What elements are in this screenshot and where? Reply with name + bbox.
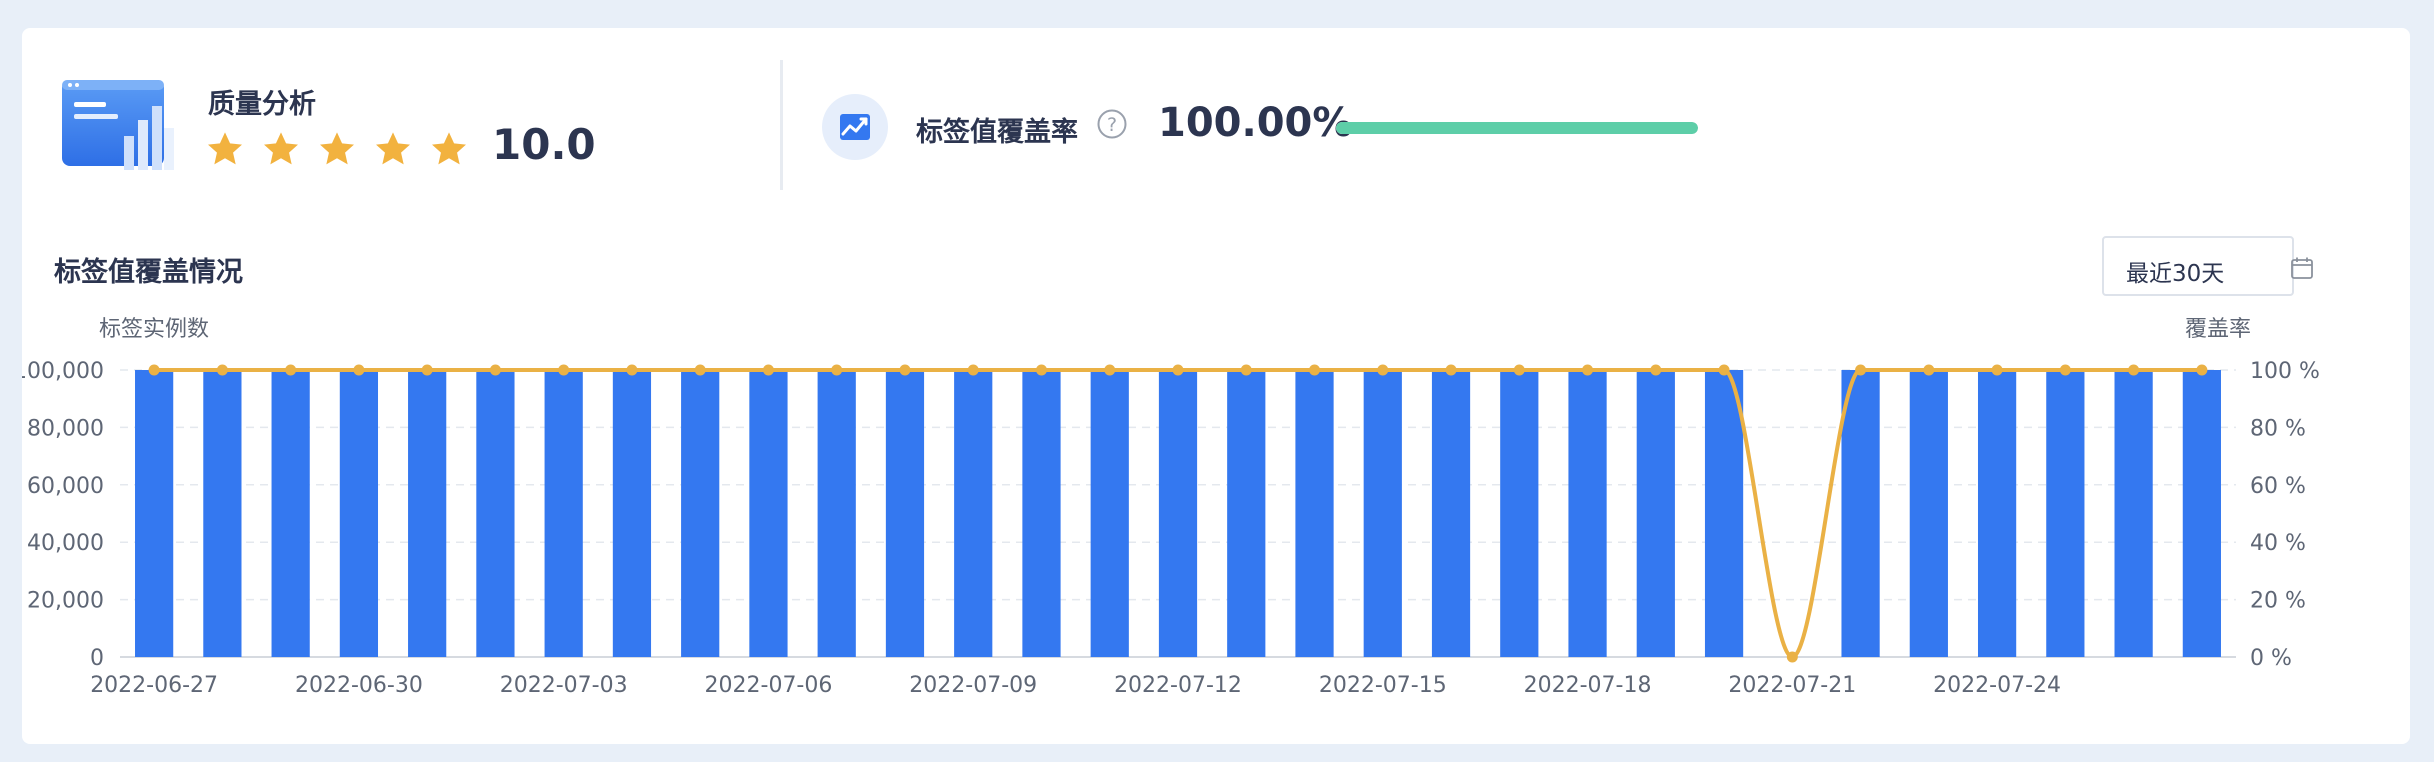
- line-point[interactable]: [216, 364, 228, 376]
- y-right-tick-label: 40 %: [2250, 531, 2306, 556]
- bar[interactable]: [2114, 370, 2153, 657]
- line-point[interactable]: [421, 364, 433, 376]
- bar[interactable]: [1704, 370, 1744, 657]
- line-point[interactable]: [2059, 364, 2071, 376]
- bar[interactable]: [612, 370, 652, 657]
- line-point[interactable]: [1240, 364, 1252, 376]
- bar[interactable]: [681, 370, 720, 657]
- bar[interactable]: [271, 370, 310, 657]
- y-left-tick-label: 60,000: [27, 474, 104, 499]
- x-tick-label: 2022-07-06: [705, 673, 833, 698]
- x-tick-label: 2022-06-27: [90, 673, 218, 698]
- x-tick-label: 2022-07-18: [1524, 673, 1652, 698]
- line-point[interactable]: [1445, 364, 1457, 376]
- bar[interactable]: [1500, 370, 1539, 657]
- y-left-tick-label: 40,000: [27, 531, 104, 556]
- coverage-chart: 0 0 % 20,000 20 % 40,000 40 % 60,000 60 % 80,000…: [22, 317, 2320, 698]
- bar[interactable]: [1568, 370, 1607, 657]
- line-point[interactable]: [1650, 364, 1662, 376]
- line-point[interactable]: [1172, 364, 1184, 376]
- y-right-tick-label: 0 %: [2250, 646, 2292, 671]
- bar[interactable]: [135, 370, 174, 657]
- line-point[interactable]: [1923, 364, 1935, 376]
- line-point[interactable]: [1309, 364, 1321, 376]
- line-point[interactable]: [1513, 364, 1525, 376]
- bar[interactable]: [1431, 370, 1471, 657]
- line-point[interactable]: [831, 364, 843, 376]
- line-point[interactable]: [558, 364, 570, 376]
- line-point[interactable]: [967, 364, 979, 376]
- bar[interactable]: [1363, 370, 1402, 657]
- quality-card: 质量分析 10.0 标签值覆盖率 ? 100.00% 标签值覆盖情况 最近30天: [22, 28, 2410, 744]
- line-point[interactable]: [1104, 364, 1116, 376]
- y-right-tick-label: 20 %: [2250, 589, 2306, 614]
- bar[interactable]: [1227, 370, 1266, 657]
- bar[interactable]: [339, 370, 379, 657]
- bar[interactable]: [1909, 370, 1948, 657]
- bar[interactable]: [1158, 370, 1198, 657]
- bar[interactable]: [2182, 370, 2221, 657]
- line-point[interactable]: [2196, 364, 2208, 376]
- bar[interactable]: [203, 370, 242, 657]
- x-tick-label: 2022-07-03: [500, 673, 628, 698]
- y-right-axis-title: 覆盖率: [2185, 317, 2251, 342]
- y-left-tick-label: 0: [90, 646, 104, 671]
- x-tick-label: 2022-06-30: [295, 673, 423, 698]
- line-point[interactable]: [1786, 651, 1798, 663]
- x-tick-label: 2022-07-24: [1933, 673, 2061, 698]
- line-point[interactable]: [285, 364, 297, 376]
- bar[interactable]: [1636, 370, 1675, 657]
- x-tick-label: 2022-07-12: [1114, 673, 1242, 698]
- line-point[interactable]: [1377, 364, 1389, 376]
- x-tick-label: 2022-07-21: [1728, 673, 1856, 698]
- y-right-tick-label: 60 %: [2250, 474, 2306, 499]
- y-right-tick-label: 100 %: [2250, 359, 2320, 384]
- line-point[interactable]: [1035, 364, 1047, 376]
- y-right-tick-label: 80 %: [2250, 416, 2306, 441]
- line-point[interactable]: [489, 364, 501, 376]
- y-left-tick-label: 20,000: [27, 589, 104, 614]
- line-point[interactable]: [1718, 364, 1730, 376]
- line-point[interactable]: [626, 364, 638, 376]
- bar[interactable]: [2046, 370, 2085, 657]
- line-point[interactable]: [899, 364, 911, 376]
- bar[interactable]: [544, 370, 583, 657]
- bar[interactable]: [408, 370, 447, 657]
- line-point[interactable]: [148, 364, 160, 376]
- bar[interactable]: [1295, 370, 1334, 657]
- bar[interactable]: [1977, 370, 2017, 657]
- x-tick-label: 2022-07-09: [909, 673, 1037, 698]
- bar[interactable]: [749, 370, 788, 657]
- bar[interactable]: [1841, 370, 1880, 657]
- y-left-tick-label: 80,000: [27, 416, 104, 441]
- line-point[interactable]: [2128, 364, 2140, 376]
- line-point[interactable]: [762, 364, 774, 376]
- x-tick-label: 2022-07-15: [1319, 673, 1447, 698]
- y-left-axis-title: 标签实例数: [99, 317, 209, 342]
- bar[interactable]: [885, 370, 925, 657]
- y-left-tick-label: 100,000: [22, 359, 104, 384]
- bar[interactable]: [476, 370, 515, 657]
- line-point[interactable]: [1582, 364, 1594, 376]
- line-point[interactable]: [353, 364, 365, 376]
- line-point[interactable]: [694, 364, 706, 376]
- line-point[interactable]: [1855, 364, 1867, 376]
- bar[interactable]: [954, 370, 993, 657]
- line-point[interactable]: [1991, 364, 2003, 376]
- bar[interactable]: [817, 370, 856, 657]
- bar[interactable]: [1090, 370, 1129, 657]
- bar[interactable]: [1022, 370, 1061, 657]
